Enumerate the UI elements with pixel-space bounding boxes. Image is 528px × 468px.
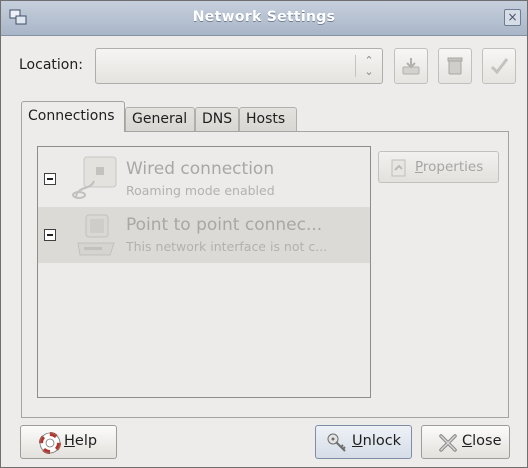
apply-location-button[interactable]	[482, 48, 516, 84]
apply-icon	[490, 58, 509, 75]
lifebuoy-help-icon	[39, 432, 61, 454]
combo-separator	[355, 55, 356, 77]
connections-list[interactable]: Wired connection Roaming mode enabled Po…	[37, 146, 371, 398]
close-x-icon	[439, 434, 457, 452]
connection-status: This network interface is not c...	[126, 239, 328, 254]
location-combobox[interactable]: ⌃ ⌄	[95, 48, 383, 84]
connection-name: Point to point connec...	[126, 215, 323, 235]
save-location-icon	[402, 58, 420, 75]
properties-button[interactable]: Properties	[378, 151, 499, 183]
connection-status: Roaming mode enabled	[126, 183, 275, 198]
delete-location-button[interactable]	[438, 48, 472, 84]
tab-hosts[interactable]: Hosts	[239, 107, 297, 131]
properties-label: Properties	[415, 159, 484, 175]
tab-general[interactable]: General	[125, 107, 195, 131]
wired-network-icon	[72, 156, 117, 199]
delete-location-icon	[447, 57, 463, 75]
unlock-button[interactable]: Unlock	[315, 425, 412, 459]
close-label: Close	[462, 433, 502, 449]
location-label: Location:	[19, 57, 83, 73]
close-icon[interactable]: ×	[504, 9, 521, 26]
properties-icon	[391, 159, 406, 177]
window-title: Network Settings	[192, 9, 336, 25]
close-button[interactable]: Close	[421, 425, 510, 459]
keys-icon	[327, 433, 346, 452]
unlock-label: Unlock	[352, 433, 402, 449]
network-settings-window: Network Settings × Location: ⌃ ⌄ Connecti…	[0, 0, 528, 468]
help-label: Help	[64, 433, 98, 449]
connection-row-ppp[interactable]: Point to point connec... This network in…	[38, 207, 370, 263]
title-bar[interactable]: Network Settings ×	[1, 1, 527, 36]
tab-dns[interactable]: DNS	[195, 107, 239, 131]
connection-name: Wired connection	[126, 159, 275, 179]
connection-row-wired[interactable]: Wired connection Roaming mode enabled	[38, 151, 370, 207]
combo-arrows-icon: ⌃ ⌄	[364, 54, 374, 78]
connection-toggle[interactable]	[44, 173, 56, 185]
connection-toggle[interactable]	[44, 229, 56, 241]
tab-connections[interactable]: Connections	[21, 101, 125, 132]
help-button[interactable]: Help	[20, 425, 117, 459]
save-location-button[interactable]	[394, 48, 428, 84]
telephone-modem-icon	[77, 214, 115, 256]
